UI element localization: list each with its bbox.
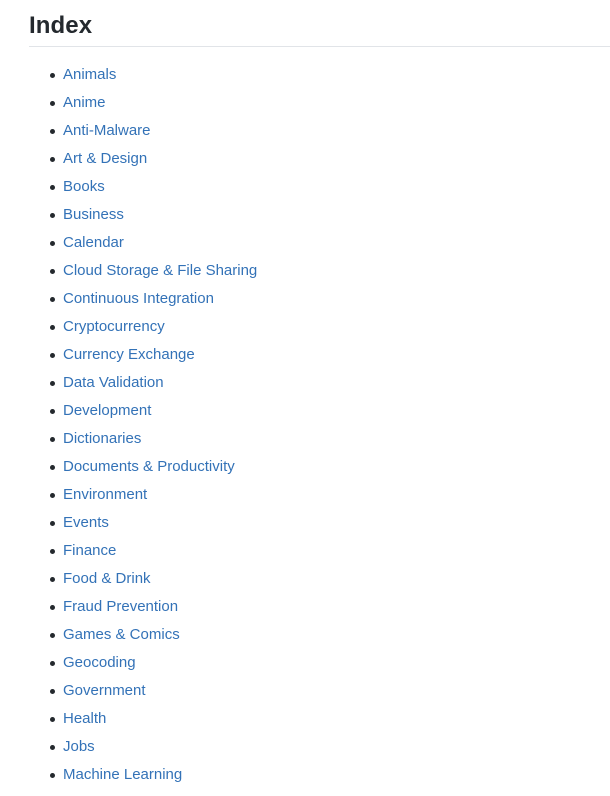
index-link[interactable]: Health: [63, 710, 106, 727]
list-item: Continuous Integration: [50, 285, 610, 313]
bullet-icon: [50, 101, 55, 106]
list-item: Games & Comics: [50, 621, 610, 649]
index-link[interactable]: Books: [63, 178, 105, 195]
index-link[interactable]: Development: [63, 402, 151, 419]
list-item: Anti-Malware: [50, 117, 610, 145]
index-link[interactable]: Data Validation: [63, 374, 164, 391]
index-link[interactable]: Events: [63, 514, 109, 531]
index-link[interactable]: Calendar: [63, 234, 124, 251]
bullet-icon: [50, 661, 55, 666]
list-item: Art & Design: [50, 145, 610, 173]
index-link[interactable]: Cryptocurrency: [63, 318, 165, 335]
index-link[interactable]: Anime: [63, 94, 106, 111]
list-item: Jobs: [50, 733, 610, 761]
bullet-icon: [50, 605, 55, 610]
list-item: Development: [50, 397, 610, 425]
bullet-icon: [50, 241, 55, 246]
list-item: Business: [50, 201, 610, 229]
bullet-icon: [50, 213, 55, 218]
list-item: Currency Exchange: [50, 341, 610, 369]
bullet-icon: [50, 129, 55, 134]
list-item: Government: [50, 677, 610, 705]
title-divider: [29, 46, 610, 47]
bullet-icon: [50, 437, 55, 442]
bullet-icon: [50, 73, 55, 78]
list-item: Health: [50, 705, 610, 733]
bullet-icon: [50, 521, 55, 526]
index-link[interactable]: Fraud Prevention: [63, 598, 178, 615]
list-item: Calendar: [50, 229, 610, 257]
list-item: Animals: [50, 61, 610, 89]
bullet-icon: [50, 269, 55, 274]
list-item: Machine Learning: [50, 761, 610, 789]
index-link[interactable]: Food & Drink: [63, 570, 151, 587]
list-item: Books: [50, 173, 610, 201]
list-item: Data Validation: [50, 369, 610, 397]
list-item: Events: [50, 509, 610, 537]
bullet-icon: [50, 633, 55, 638]
bullet-icon: [50, 409, 55, 414]
bullet-icon: [50, 157, 55, 162]
index-link[interactable]: Business: [63, 206, 124, 223]
index-link[interactable]: Government: [63, 682, 146, 699]
bullet-icon: [50, 549, 55, 554]
index-link[interactable]: Animals: [63, 66, 116, 83]
bullet-icon: [50, 185, 55, 190]
list-item: Food & Drink: [50, 565, 610, 593]
bullet-icon: [50, 717, 55, 722]
bullet-icon: [50, 325, 55, 330]
index-page: Index Animals Anime Anti-Malware Art & Desi…: [0, 0, 610, 796]
list-item: Finance: [50, 537, 610, 565]
index-link[interactable]: Finance: [63, 542, 116, 559]
index-link[interactable]: Games & Comics: [63, 626, 180, 643]
bullet-icon: [50, 773, 55, 778]
bullet-icon: [50, 493, 55, 498]
list-item: Cryptocurrency: [50, 313, 610, 341]
page-title: Index: [29, 12, 93, 39]
index-link[interactable]: Documents & Productivity: [63, 458, 235, 475]
list-item: Dictionaries: [50, 425, 610, 453]
list-item: Anime: [50, 89, 610, 117]
bullet-icon: [50, 353, 55, 358]
index-link[interactable]: Currency Exchange: [63, 346, 195, 363]
bullet-icon: [50, 745, 55, 750]
index-link[interactable]: Art & Design: [63, 150, 147, 167]
index-link[interactable]: Cloud Storage & File Sharing: [63, 262, 257, 279]
list-item: Cloud Storage & File Sharing: [50, 257, 610, 285]
index-link[interactable]: Environment: [63, 486, 147, 503]
index-link[interactable]: Machine Learning: [63, 766, 182, 783]
index-link[interactable]: Continuous Integration: [63, 290, 214, 307]
index-link[interactable]: Anti-Malware: [63, 122, 151, 139]
index-link[interactable]: Jobs: [63, 738, 95, 755]
bullet-icon: [50, 577, 55, 582]
list-item: Documents & Productivity: [50, 453, 610, 481]
list-item: Geocoding: [50, 649, 610, 677]
bullet-icon: [50, 297, 55, 302]
index-list: Animals Anime Anti-Malware Art & Design Book…: [0, 61, 610, 789]
index-link[interactable]: Dictionaries: [63, 430, 141, 447]
bullet-icon: [50, 465, 55, 470]
list-item: Fraud Prevention: [50, 593, 610, 621]
bullet-icon: [50, 689, 55, 694]
bullet-icon: [50, 381, 55, 386]
list-item: Environment: [50, 481, 610, 509]
index-link[interactable]: Geocoding: [63, 654, 136, 671]
